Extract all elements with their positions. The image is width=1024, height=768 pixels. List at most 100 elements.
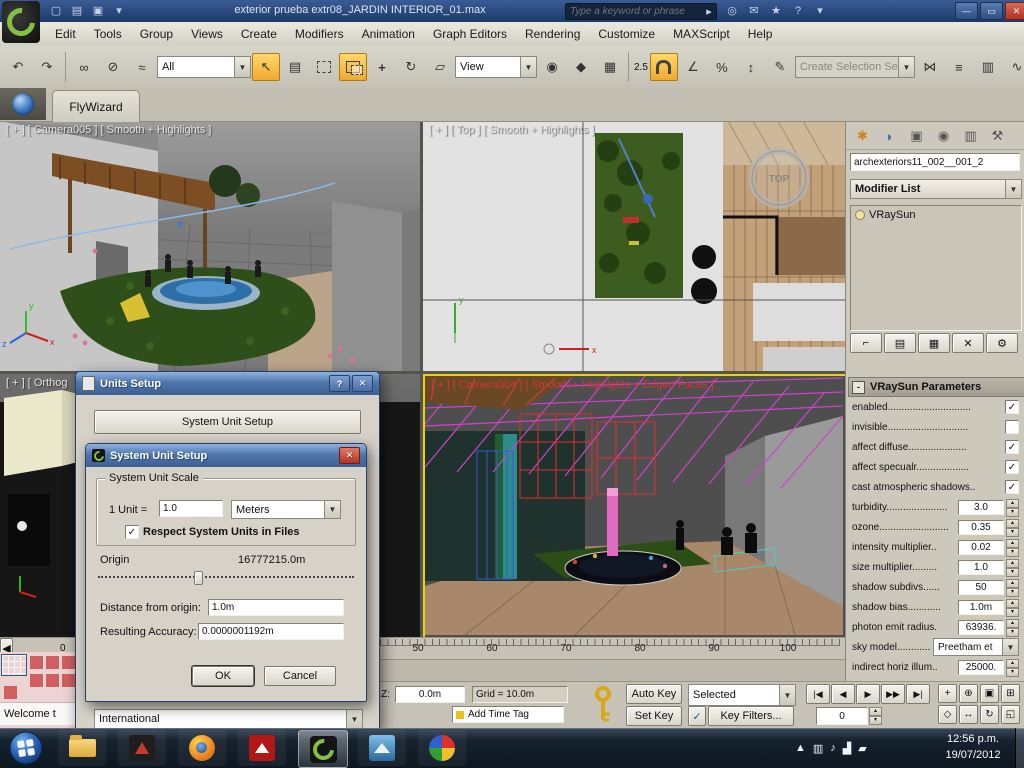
spinner-arrows[interactable]: ▴ ▾ (1006, 659, 1019, 677)
param-checkbox[interactable]: ✓ (1005, 460, 1019, 474)
zoom-all-button[interactable]: ⊕ (959, 684, 978, 703)
show-desktop-button[interactable] (1015, 728, 1024, 768)
save-file-icon[interactable]: ▣ (88, 2, 108, 19)
spinner-arrows[interactable]: ▴ ▾ (1006, 519, 1019, 537)
percent-snap-button[interactable]: % (708, 53, 736, 81)
start-button[interactable] (6, 730, 46, 766)
unlink-selection-button[interactable]: ⊘ (99, 53, 127, 81)
param-checkbox[interactable]: ✓ (1005, 400, 1019, 414)
search-input[interactable] (566, 6, 702, 17)
dropdown-arrow-icon[interactable]: ▼ (779, 685, 795, 705)
current-frame-field[interactable]: 0 (816, 707, 868, 725)
edit-named-selections-button[interactable]: ✎ (766, 53, 794, 81)
key-filter-check-icon[interactable]: ✓ (688, 706, 706, 726)
spinner-arrows[interactable]: ▴ ▾ (1006, 599, 1019, 617)
param-spinner-field[interactable]: 0.35 (958, 519, 1004, 535)
infocenter-search[interactable]: ▸ (565, 3, 717, 20)
dropdown-arrow-icon[interactable]: ▼ (1005, 180, 1021, 198)
respect-units-checkbox[interactable]: ✓ (125, 525, 139, 539)
go-to-start-button[interactable]: |◀ (806, 684, 830, 704)
next-frame-button[interactable]: ▶▶ (881, 684, 905, 704)
viewport-top[interactable]: TOP y x [ + ] [ Top ] [ Smooth + Highlig… (423, 121, 845, 371)
rectangular-selection-region-button[interactable] (310, 53, 338, 81)
help-button[interactable]: ? (329, 375, 350, 392)
menu-graph-editors[interactable]: Graph Editors (424, 24, 516, 44)
viewport-label-camera004[interactable]: [ + ] [ Camera004 ] [ Smooth + Highlight… (431, 379, 714, 391)
close-icon[interactable]: ✕ (339, 447, 360, 464)
auto-key-button[interactable]: Auto Key (626, 684, 682, 704)
display-tray-icon[interactable]: ▥ (813, 742, 823, 755)
taskbar-adobe-reader[interactable] (238, 730, 286, 766)
modifier-stack[interactable]: VRaySun (850, 205, 1022, 331)
dropdown-arrow-icon[interactable]: ▼ (520, 57, 536, 77)
dropdown-arrow-icon[interactable]: ▼ (324, 501, 340, 518)
infocenter-more-icon[interactable]: ▾ (810, 2, 830, 19)
create-tab-icon[interactable]: ✱ (850, 125, 875, 147)
zoom-extents-all-button[interactable]: ⊞ (1001, 684, 1020, 703)
origin-slider-thumb[interactable] (194, 571, 203, 585)
zoom-button[interactable]: + (938, 684, 957, 703)
unit-type-dropdown[interactable]: Meters ▼ (231, 500, 341, 519)
named-selection-dropdown[interactable]: Create Selection Se ▼ (794, 56, 915, 78)
undo-button[interactable]: ↶ (4, 53, 32, 81)
ok-button[interactable]: OK (191, 665, 255, 687)
layer-manager-button[interactable]: ▥ (974, 53, 1002, 81)
set-key-button[interactable]: Set Key (626, 706, 682, 726)
select-by-name-button[interactable]: ▤ (281, 53, 309, 81)
system-unit-titlebar[interactable]: System Unit Setup ✕ (86, 444, 366, 467)
mirror-button[interactable]: ⋈ (916, 53, 944, 81)
cancel-button[interactable]: Cancel (264, 666, 336, 686)
viewport-label-camera005[interactable]: [ + ] [ Camera005 ] [ Smooth + Highlight… (6, 124, 211, 136)
param-checkbox[interactable]: ✓ (1005, 440, 1019, 454)
window-crossing-toggle[interactable] (339, 53, 367, 81)
show-hidden-icons[interactable]: ▲ (795, 742, 806, 754)
unit-value-field[interactable]: 1.0 (159, 500, 223, 517)
taskbar-explorer[interactable] (58, 730, 106, 766)
param-checkbox[interactable]: ✓ (1005, 480, 1019, 494)
lighting-units-dropdown[interactable]: International ▼ (94, 709, 363, 729)
key-filters-button[interactable]: Key Filters... (708, 706, 794, 726)
param-spinner-field[interactable]: 25000. (958, 659, 1004, 675)
help-icon[interactable]: ? (788, 2, 808, 19)
units-setup-titlebar[interactable]: Units Setup ? ✕ (76, 372, 379, 395)
display-tab-icon[interactable]: ▥ (958, 125, 983, 147)
new-scene-icon[interactable]: ▢ (46, 2, 66, 19)
application-menu-logo[interactable] (1, 1, 41, 43)
z-coordinate-field[interactable]: 0.0m (395, 686, 465, 703)
spinner-snap-button[interactable]: ↕ (737, 53, 765, 81)
frame-spinner-arrows[interactable]: ▴ ▾ (869, 707, 882, 725)
param-spinner-field[interactable]: 0.02 (958, 539, 1004, 555)
pin-stack-button[interactable]: ⌐ (850, 333, 882, 353)
menu-help[interactable]: Help (739, 24, 782, 44)
orbit-button[interactable]: ↻ (980, 705, 999, 724)
select-and-scale-button[interactable]: ▱ (426, 53, 454, 81)
search-go-icon[interactable]: ▸ (702, 3, 716, 20)
menu-group[interactable]: Group (131, 24, 182, 44)
modifier-list-dropdown[interactable]: Modifier List ▼ (850, 179, 1022, 199)
communication-center-icon[interactable]: ✉ (744, 2, 764, 19)
taskbar-3dsmax-active[interactable] (298, 730, 348, 768)
taskbar-autocad[interactable] (118, 730, 166, 766)
menu-modifiers[interactable]: Modifiers (286, 24, 353, 44)
viewport-camera005[interactable]: y x z [ + ] [ Camera005 ] [ Smooth + Hig… (0, 121, 420, 371)
menu-create[interactable]: Create (232, 24, 286, 44)
redo-button[interactable]: ↷ (33, 53, 61, 81)
make-unique-button[interactable]: ▦ (918, 333, 950, 353)
taskbar-media-app[interactable] (418, 730, 466, 766)
viewport-compass[interactable]: TOP (748, 147, 810, 209)
restore-icon[interactable]: ▭ (980, 2, 1003, 20)
sky-model-dropdown[interactable]: Preetham et ▼ (933, 638, 1019, 656)
select-and-move-button[interactable]: + (368, 53, 396, 81)
bind-to-spacewarp-button[interactable]: ≈ (128, 53, 156, 81)
viewport-label-orthographic[interactable]: [ + ] [ Orthog (6, 377, 67, 389)
tab-flywizard[interactable]: FlyWizard (52, 90, 140, 122)
volume-tray-icon[interactable]: ♪ (830, 742, 836, 754)
taskbar-firefox[interactable] (178, 730, 226, 766)
rollout-vraysun-parameters[interactable]: - VRaySun Parameters (848, 377, 1024, 397)
snaps-toggle-button[interactable] (649, 53, 678, 81)
hierarchy-tab-icon[interactable]: ▣ (904, 125, 929, 147)
menu-customize[interactable]: Customize (589, 24, 664, 44)
selection-set-dropdown[interactable]: Selected ▼ (688, 684, 796, 706)
show-end-result-button[interactable]: ▤ (884, 333, 916, 353)
go-to-end-button[interactable]: ▶| (906, 684, 930, 704)
